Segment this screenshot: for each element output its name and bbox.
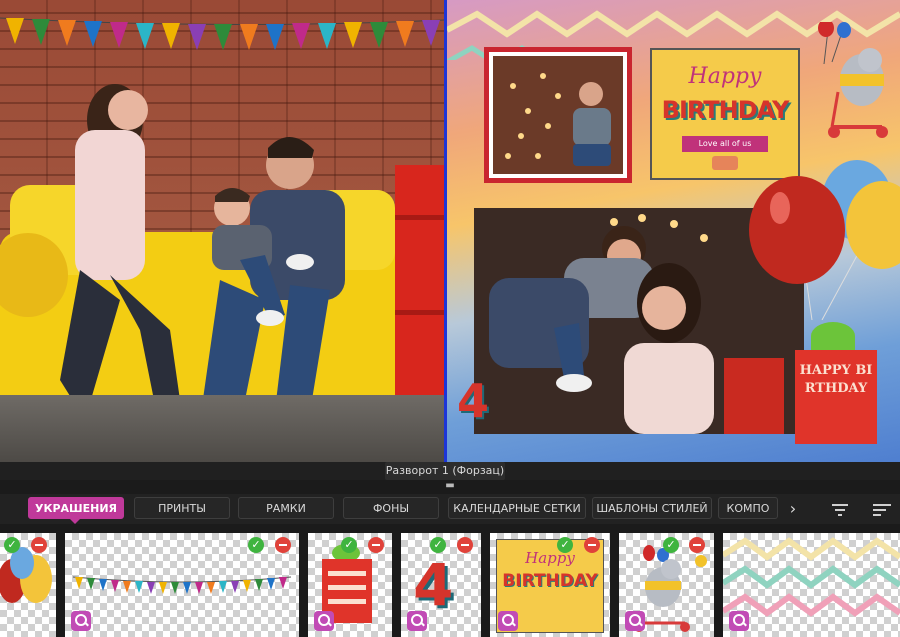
thumb-bear-scooter[interactable]: ✓	[619, 533, 714, 637]
zoom-icon[interactable]	[71, 611, 91, 631]
thumb-happy-birthday-card[interactable]: Happy BIRTHDAY ✓	[490, 533, 610, 637]
tab-decorations[interactable]: УКРАШЕНИЯ	[28, 497, 124, 519]
minus-icon[interactable]	[584, 537, 600, 553]
thumb-gift-box[interactable]: ✓	[308, 533, 392, 637]
photo-child-lights[interactable]	[484, 47, 632, 183]
thumb-number-4[interactable]: 4 ✓	[401, 533, 481, 637]
zoom-icon[interactable]	[407, 611, 427, 631]
card-text-birthday: BIRTHDAY	[661, 96, 790, 124]
child-lights-image	[493, 56, 623, 174]
sort-icon[interactable]	[864, 497, 900, 521]
check-icon: ✓	[663, 537, 679, 553]
check-icon: ✓	[557, 537, 573, 553]
zoom-icon[interactable]	[314, 611, 334, 631]
cake-icon	[712, 156, 738, 170]
tab-prints[interactable]: ПРИНТЫ	[134, 497, 230, 519]
balloons-sticker[interactable]	[742, 160, 900, 320]
category-tab-bar: УКРАШЕНИЯ ПРИНТЫ РАМКИ ФОНЫ КАЛЕНДАРНЫЕ …	[0, 494, 900, 524]
minus-icon[interactable]	[368, 537, 384, 553]
photobook-spread[interactable]: Happy BIRTHDAY Love all of us HAPPY BIRT…	[0, 0, 900, 462]
floor	[0, 395, 444, 462]
left-page[interactable]	[0, 0, 444, 462]
card-preview-birthday: BIRTHDAY	[502, 571, 598, 591]
minus-icon[interactable]	[275, 537, 291, 553]
check-icon: ✓	[341, 537, 357, 553]
thumb-balloons[interactable]: ✓	[0, 533, 56, 637]
decorations-thumbnail-strip: ✓ ✓ ✓ 4 ✓ Happy BIRTHDAY ✓ ✓	[0, 530, 900, 637]
thumb-bunting[interactable]: ✓	[65, 533, 299, 637]
bunting-preview	[72, 576, 292, 594]
bear-scooter-sticker[interactable]	[802, 22, 892, 142]
chevron-right-icon[interactable]: ›	[782, 497, 804, 521]
zigzag-preview	[723, 537, 900, 617]
gift-box-sticker[interactable]: HAPPY BIRTHDAY	[795, 322, 877, 444]
card-text-happy: Happy	[688, 64, 762, 89]
card-ribbon: Love all of us	[682, 136, 768, 152]
number-4-preview: 4	[413, 551, 454, 619]
filter-icon[interactable]	[822, 497, 858, 521]
zoom-icon[interactable]	[498, 611, 518, 631]
active-tab-indicator	[70, 519, 80, 524]
tab-backgrounds[interactable]: ФОНЫ	[343, 497, 439, 519]
spread-label: Разворот 1 (Форзац)	[385, 462, 505, 480]
minus-icon[interactable]	[31, 537, 47, 553]
check-icon: ✓	[248, 537, 264, 553]
zoom-icon[interactable]	[729, 611, 749, 631]
right-page[interactable]: Happy BIRTHDAY Love all of us HAPPY BIRT…	[447, 0, 900, 462]
zoom-icon[interactable]	[625, 611, 645, 631]
check-icon: ✓	[430, 537, 446, 553]
tab-compositions[interactable]: КОМПО	[718, 497, 778, 519]
minus-icon[interactable]	[457, 537, 473, 553]
tab-frames[interactable]: РАМКИ	[238, 497, 334, 519]
tab-calendar-grids[interactable]: КАЛЕНДАРНЫЕ СЕТКИ	[448, 497, 586, 519]
number-4-sticker[interactable]: 4	[457, 378, 489, 424]
check-icon: ✓	[4, 537, 20, 553]
bunting-decoration[interactable]	[0, 17, 444, 50]
gift-text: HAPPY BIRTHDAY	[799, 363, 873, 396]
drag-handle-icon[interactable]: ▬	[440, 481, 460, 493]
left-page-scene	[0, 17, 444, 439]
thumb-zigzag-lines[interactable]	[723, 533, 900, 637]
tab-style-templates[interactable]: ШАБЛОНЫ СТИЛЕЙ	[592, 497, 712, 519]
minus-icon[interactable]	[689, 537, 705, 553]
